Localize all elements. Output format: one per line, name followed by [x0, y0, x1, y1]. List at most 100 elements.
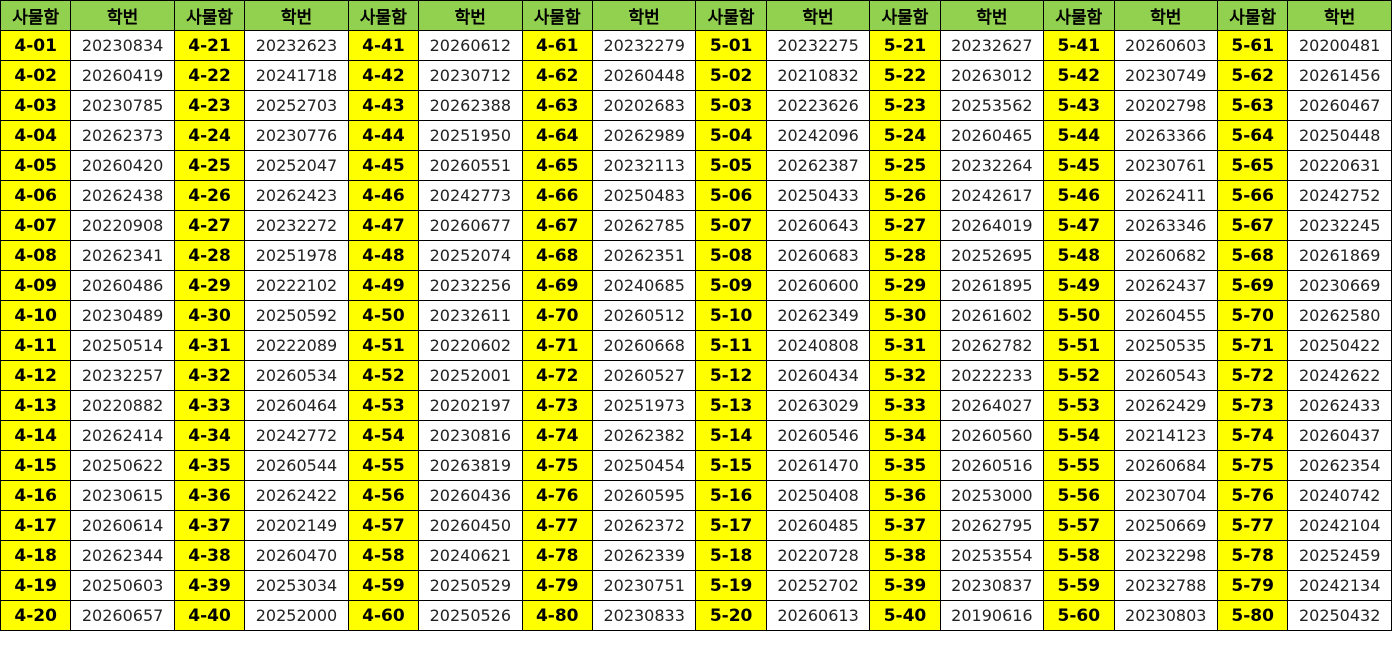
table-row: 4-04 20262373 4-24 20230776 4-44 20251950 4-64…: [0, 120, 1392, 151]
header-locker: 사물함: [1217, 0, 1289, 31]
student-id-cell: 20220882: [70, 390, 175, 421]
student-id-cell: 20242772: [244, 420, 349, 451]
student-id-cell: 20252000: [244, 600, 349, 631]
locker-number-cell: 4-78: [521, 540, 593, 571]
student-id-cell: 20260643: [765, 210, 871, 241]
locker-number-cell: 5-30: [869, 300, 941, 331]
student-id-cell: 20262354: [1287, 450, 1392, 481]
locker-number-cell: 5-07: [695, 210, 767, 241]
locker-number-cell: 5-44: [1043, 120, 1115, 151]
header-locker: 사물함: [0, 0, 72, 31]
student-id-cell: 20262388: [418, 90, 523, 121]
student-id-cell: 20260465: [939, 120, 1045, 151]
student-id-cell: 20250514: [70, 330, 175, 361]
student-id-cell: 20264027: [939, 390, 1045, 421]
student-id-cell: 20230803: [1113, 600, 1219, 631]
locker-number-cell: 4-18: [0, 540, 72, 571]
locker-number-cell: 4-27: [173, 210, 246, 241]
locker-number-cell: 4-49: [347, 270, 420, 301]
locker-number-cell: 5-60: [1043, 600, 1115, 631]
student-id-cell: 20220602: [418, 330, 523, 361]
locker-number-cell: 4-67: [521, 210, 593, 241]
locker-number-cell: 5-38: [869, 540, 941, 571]
locker-number-cell: 5-52: [1043, 360, 1115, 391]
locker-number-cell: 5-73: [1217, 390, 1289, 421]
student-id-cell: 20262382: [591, 420, 697, 451]
student-id-cell: 20232788: [1113, 570, 1219, 601]
locker-number-cell: 5-40: [869, 600, 941, 631]
student-id-cell: 20220728: [765, 540, 871, 571]
student-id-cell: 20251978: [244, 240, 349, 271]
student-id-cell: 20253000: [939, 480, 1045, 511]
student-id-cell: 20260437: [1287, 420, 1392, 451]
locker-number-cell: 5-54: [1043, 420, 1115, 451]
locker-number-cell: 5-17: [695, 510, 767, 541]
locker-number-cell: 5-78: [1217, 540, 1289, 571]
locker-number-cell: 4-16: [0, 480, 72, 511]
student-id-cell: 20260551: [418, 150, 523, 181]
locker-number-cell: 5-05: [695, 150, 767, 181]
student-id-cell: 20242622: [1287, 360, 1392, 391]
student-id-cell: 20190616: [939, 600, 1045, 631]
locker-number-cell: 4-44: [347, 120, 420, 151]
locker-number-cell: 5-36: [869, 480, 941, 511]
locker-number-cell: 5-41: [1043, 30, 1115, 61]
locker-number-cell: 4-42: [347, 60, 420, 91]
student-id-cell: 20260543: [1113, 360, 1219, 391]
student-id-cell: 20230704: [1113, 480, 1219, 511]
student-id-cell: 20240685: [591, 270, 697, 301]
locker-number-cell: 5-14: [695, 420, 767, 451]
student-id-cell: 20260436: [418, 480, 523, 511]
locker-number-cell: 4-54: [347, 420, 420, 451]
locker-number-cell: 4-70: [521, 300, 593, 331]
student-id-cell: 20222089: [244, 330, 349, 361]
student-id-cell: 20260668: [591, 330, 697, 361]
locker-number-cell: 4-12: [0, 360, 72, 391]
student-id-cell: 20210832: [765, 60, 871, 91]
locker-number-cell: 5-35: [869, 450, 941, 481]
student-id-cell: 20260516: [939, 450, 1045, 481]
student-id-cell: 20252459: [1287, 540, 1392, 571]
student-id-cell: 20260485: [765, 510, 871, 541]
table-row: 4-08 20262341 4-28 20251978 4-48 20252074 4-68…: [0, 240, 1392, 271]
locker-number-cell: 5-69: [1217, 270, 1289, 301]
student-id-cell: 20252695: [939, 240, 1045, 271]
locker-number-cell: 4-69: [521, 270, 593, 301]
locker-number-cell: 5-71: [1217, 330, 1289, 361]
student-id-cell: 20262341: [70, 240, 175, 271]
student-id-cell: 20253034: [244, 570, 349, 601]
student-id-cell: 20242096: [765, 120, 871, 151]
locker-number-cell: 5-33: [869, 390, 941, 421]
student-id-cell: 20260419: [70, 60, 175, 91]
header-locker: 사물함: [521, 0, 593, 31]
locker-number-cell: 5-04: [695, 120, 767, 151]
header-student-id: 학번: [70, 0, 175, 31]
student-id-cell: 20214123: [1113, 420, 1219, 451]
student-id-cell: 20232264: [939, 150, 1045, 181]
locker-number-cell: 5-66: [1217, 180, 1289, 211]
locker-number-cell: 4-25: [173, 150, 246, 181]
student-id-cell: 20262339: [591, 540, 697, 571]
student-id-cell: 20260595: [591, 480, 697, 511]
student-id-cell: 20260613: [765, 600, 871, 631]
student-id-cell: 20232272: [244, 210, 349, 241]
locker-number-cell: 4-58: [347, 540, 420, 571]
locker-number-cell: 5-27: [869, 210, 941, 241]
locker-number-cell: 5-47: [1043, 210, 1115, 241]
locker-number-cell: 5-37: [869, 510, 941, 541]
locker-number-cell: 5-62: [1217, 60, 1289, 91]
locker-number-cell: 4-52: [347, 360, 420, 391]
locker-number-cell: 4-41: [347, 30, 420, 61]
locker-number-cell: 4-43: [347, 90, 420, 121]
locker-number-cell: 5-23: [869, 90, 941, 121]
student-id-cell: 20220631: [1287, 150, 1392, 181]
student-id-cell: 20230776: [244, 120, 349, 151]
locker-number-cell: 4-53: [347, 390, 420, 421]
header-row: 사물함 학번 사물함 학번 사물함 학번 사물함 학번 사물함 학번 사물함 학번 사물함 학번 사물함 학번: [0, 0, 1392, 31]
student-id-cell: 20263012: [939, 60, 1045, 91]
student-id-cell: 20232256: [418, 270, 523, 301]
student-id-cell: 20230816: [418, 420, 523, 451]
student-id-cell: 20260614: [70, 510, 175, 541]
student-id-cell: 20250408: [765, 480, 871, 511]
student-id-cell: 20261470: [765, 450, 871, 481]
